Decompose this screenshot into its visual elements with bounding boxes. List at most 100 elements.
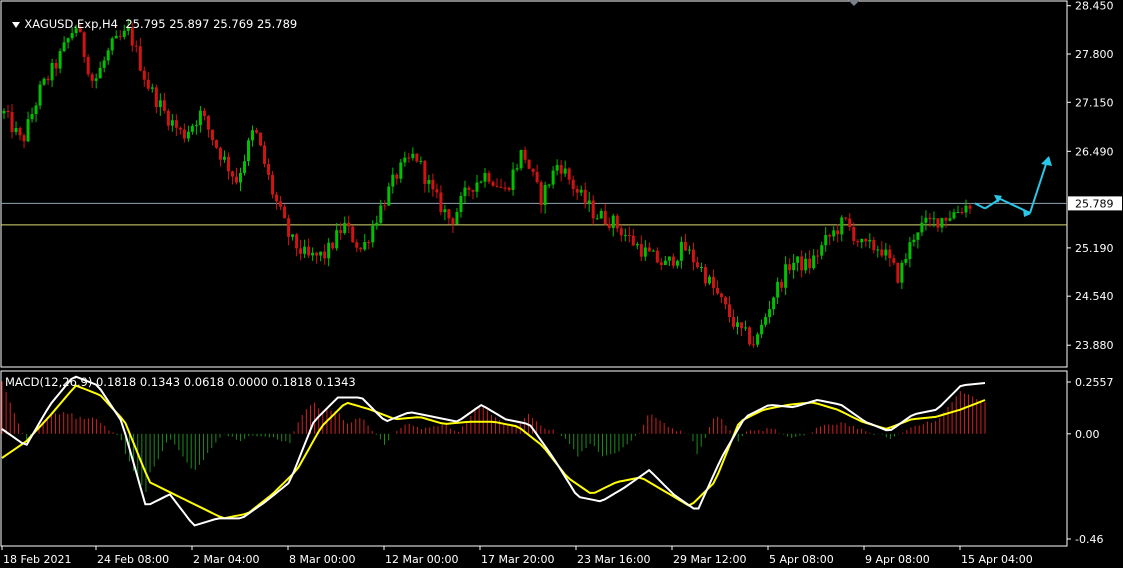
candle-body — [563, 168, 567, 174]
candle-body — [635, 244, 639, 246]
candle-body — [411, 153, 415, 159]
candle-body — [46, 78, 50, 81]
candle-body — [547, 184, 551, 186]
candle-body — [675, 260, 679, 266]
candle-body — [744, 327, 748, 329]
time-tick-label: 8 Mar 00:00 — [289, 553, 355, 566]
collapse-triangle-icon[interactable] — [12, 21, 21, 28]
candle-body — [255, 130, 259, 133]
candle-body — [18, 128, 22, 136]
candle-body — [619, 228, 623, 236]
candle-body — [118, 35, 122, 37]
candle-body — [162, 100, 166, 111]
time-tick-label: 29 Mar 12:00 — [673, 553, 746, 566]
candle-body — [511, 169, 515, 190]
candle-body — [916, 232, 920, 240]
candle-body — [331, 242, 335, 249]
candle-body — [784, 264, 788, 288]
candle-body — [880, 249, 884, 256]
candle-body — [319, 251, 323, 256]
candle-body — [796, 256, 800, 263]
candle-body — [503, 187, 507, 189]
candle-body — [226, 156, 230, 172]
candle-body — [351, 226, 355, 243]
candle-body — [387, 186, 391, 206]
candle-body — [106, 50, 110, 61]
candle-body — [695, 262, 699, 268]
candle-body — [166, 110, 170, 126]
candle-body — [279, 201, 283, 207]
candle-body — [603, 211, 607, 225]
candle-body — [836, 230, 840, 235]
candle-body — [892, 258, 896, 263]
candle-body — [703, 267, 707, 284]
candle-body — [908, 242, 912, 259]
candle-body — [551, 170, 555, 185]
candle-body — [295, 234, 299, 249]
candle-body — [740, 322, 744, 329]
candle-body — [247, 140, 251, 162]
candle-body — [34, 105, 38, 115]
candle-body — [431, 180, 435, 190]
candle — [415, 153, 419, 163]
price-tick-label: 27.800 — [1075, 48, 1114, 61]
candle-body — [780, 281, 784, 288]
candle-body — [571, 179, 575, 190]
candle — [896, 262, 900, 284]
candle-body — [876, 249, 880, 251]
candle-body — [70, 33, 74, 39]
candle-body — [900, 262, 904, 283]
candle-body — [271, 174, 275, 195]
candle-body — [158, 100, 162, 108]
candle-body — [679, 241, 683, 261]
candle-body — [647, 247, 651, 252]
candle-body — [283, 206, 287, 219]
time-tick-label: 9 Apr 08:00 — [865, 553, 930, 566]
candle-body — [812, 255, 816, 269]
candle-body — [134, 45, 138, 47]
candle-body — [527, 159, 531, 169]
candle-body — [583, 189, 587, 204]
candle-body — [347, 222, 351, 227]
candle-body — [2, 110, 6, 114]
price-tick-label: 23.880 — [1075, 339, 1114, 352]
candle-body — [275, 194, 279, 202]
candle-body — [58, 51, 62, 69]
candle-body — [463, 187, 467, 197]
candle-body — [884, 249, 888, 256]
candle-body — [764, 317, 768, 325]
candle-body — [451, 218, 455, 225]
candle-body — [832, 230, 836, 237]
candle-body — [94, 78, 98, 81]
candle-body — [110, 38, 114, 51]
candle-body — [467, 187, 471, 190]
candle-body — [170, 120, 174, 126]
candle-body — [259, 132, 263, 146]
candle-body — [687, 249, 691, 251]
candle-body — [218, 147, 222, 160]
price-tick-label: 28.450 — [1075, 0, 1114, 13]
candle-body — [567, 168, 571, 180]
candle-body — [214, 140, 218, 148]
candle-body — [667, 256, 671, 261]
candle-body — [238, 172, 242, 183]
candle-body — [936, 218, 940, 228]
candle-body — [864, 238, 868, 242]
candle-body — [435, 189, 439, 193]
candle-body — [263, 145, 267, 165]
candle-body — [772, 297, 776, 310]
candle-body — [30, 114, 34, 120]
time-tick-label: 17 Mar 20:00 — [481, 553, 554, 566]
candle-body — [194, 125, 198, 127]
candle — [748, 326, 752, 347]
time-tick-label: 23 Mar 16:00 — [577, 553, 650, 566]
candle-body — [728, 304, 732, 318]
candle-body — [14, 128, 18, 133]
candle-body — [723, 297, 727, 305]
candle-body — [363, 242, 367, 250]
candle-body — [206, 116, 210, 130]
candle-body — [146, 79, 150, 89]
time-tick-label: 12 Mar 00:00 — [385, 553, 458, 566]
candle-body — [804, 258, 808, 271]
candle-body — [198, 110, 202, 126]
